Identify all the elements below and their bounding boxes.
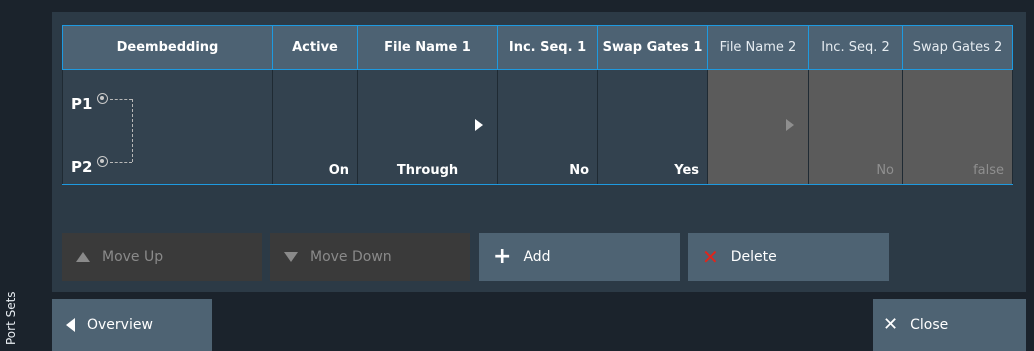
port-1-label: P1 — [71, 95, 93, 113]
through-line-vertical — [132, 99, 133, 162]
cell-inc-seq-2: No — [808, 69, 903, 185]
deembedding-table: Deembedding Active File Name 1 Inc. Seq.… — [62, 25, 1013, 185]
port-1-connector-icon — [97, 93, 108, 104]
port-2-label: P2 — [71, 158, 93, 176]
cell-file-name-1[interactable]: Through — [357, 69, 498, 185]
move-up-button[interactable]: Move Up — [62, 233, 262, 281]
file-browse-arrow-icon[interactable] — [475, 119, 483, 131]
triangle-left-icon — [66, 318, 75, 332]
delete-label: Delete — [730, 249, 777, 265]
file-name-1-value: Through — [396, 163, 459, 178]
header-inc-seq-1[interactable]: Inc. Seq. 1 — [497, 25, 598, 70]
port-2-connector-icon — [97, 156, 108, 167]
overview-label: Overview — [87, 317, 153, 333]
move-down-label: Move Down — [310, 249, 392, 265]
move-up-label: Move Up — [102, 249, 164, 265]
cell-deembedding[interactable]: P1 P2 — [62, 69, 273, 185]
header-active[interactable]: Active — [272, 25, 358, 70]
move-down-button[interactable]: Move Down — [270, 233, 470, 281]
close-icon: ✕ — [883, 314, 899, 335]
table-header-row: Deembedding Active File Name 1 Inc. Seq.… — [62, 25, 1013, 70]
cell-file-name-2 — [707, 69, 809, 185]
header-file-name-1[interactable]: File Name 1 — [357, 25, 498, 70]
add-label: Add — [523, 249, 551, 265]
cell-swap-gates-2: false — [902, 69, 1013, 185]
overview-button[interactable]: Overview — [52, 299, 212, 351]
plus-icon: + — [493, 244, 512, 269]
port-sets-label: Port Sets — [4, 291, 18, 345]
cell-swap-gates-1[interactable]: Yes — [597, 69, 708, 185]
through-line-bottom — [110, 162, 132, 163]
header-file-name-2[interactable]: File Name 2 — [707, 25, 809, 70]
triangle-up-icon — [76, 252, 90, 262]
delete-x-icon: ✕ — [702, 245, 719, 269]
header-swap-gates-2[interactable]: Swap Gates 2 — [902, 25, 1013, 70]
cell-active[interactable]: On — [272, 69, 358, 185]
header-swap-gates-1[interactable]: Swap Gates 1 — [597, 25, 708, 70]
header-deembedding[interactable]: Deembedding — [62, 25, 273, 70]
add-button[interactable]: + Add — [479, 233, 680, 281]
cell-inc-seq-1[interactable]: No — [497, 69, 598, 185]
file-browse-arrow-icon-disabled — [786, 119, 794, 131]
close-label: Close — [910, 317, 949, 333]
triangle-down-icon — [284, 252, 298, 262]
close-button[interactable]: ✕ Close — [873, 299, 1026, 351]
header-inc-seq-2[interactable]: Inc. Seq. 2 — [808, 25, 903, 70]
delete-button[interactable]: ✕ Delete — [688, 233, 889, 281]
through-line-icon — [110, 99, 132, 100]
table-row[interactable]: P1 P2 On Through No Yes No false — [62, 69, 1013, 185]
